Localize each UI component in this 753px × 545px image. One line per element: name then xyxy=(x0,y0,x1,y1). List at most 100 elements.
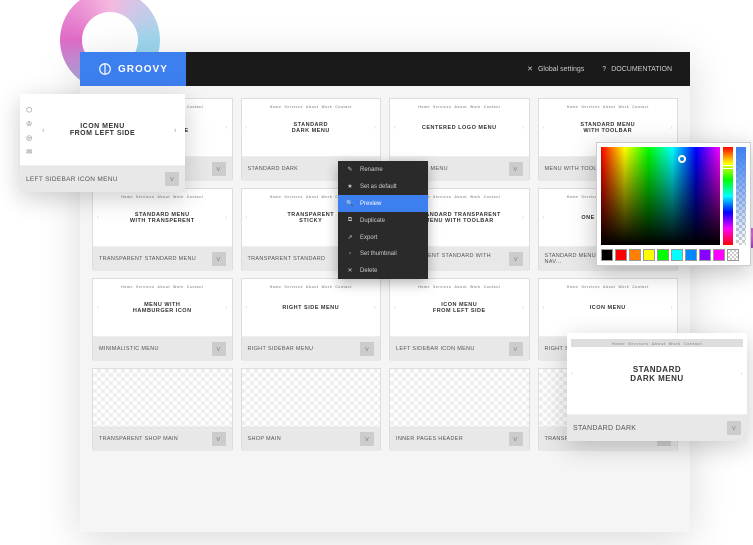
card-preview[interactable]: HomeServicesAboutWorkContact‹STANDARD DA… xyxy=(242,99,381,157)
template-card[interactable]: SHOP MAIN˅ xyxy=(241,368,382,450)
color-cursor[interactable] xyxy=(678,155,686,163)
nav-prev-icon[interactable]: ‹ xyxy=(97,305,99,311)
template-card[interactable]: HomeServicesAboutWorkContact‹ICON MENU F… xyxy=(389,278,530,360)
card-preview[interactable]: HomeServicesAboutWorkContact‹ICON MENU F… xyxy=(390,279,529,337)
nav-next-icon[interactable]: › xyxy=(522,215,524,221)
nav-next-icon[interactable]: › xyxy=(671,305,673,311)
dropdown-toggle[interactable]: ˅ xyxy=(360,432,374,446)
nav-item: Services xyxy=(433,105,451,109)
context-menu-item[interactable]: ✕Delete xyxy=(338,262,428,279)
color-swatch[interactable] xyxy=(713,249,725,261)
nav-item: Services xyxy=(433,195,451,199)
card-preview[interactable]: HomeServicesAboutWorkContact‹CENTERED LO… xyxy=(390,99,529,157)
template-card[interactable]: HomeServicesAboutWorkContact‹STANDARD ME… xyxy=(92,188,233,270)
context-menu: ✎Rename★Set as default🔍Preview⧉Duplicate… xyxy=(338,161,428,279)
nav-next-icon[interactable]: › xyxy=(225,215,227,221)
nav-next-icon[interactable]: › xyxy=(522,125,524,131)
popup-preview-area[interactable]: ⬡ ♔ ◎ ✉ ‹ ICON MENU FROM LEFT SIDE › xyxy=(20,94,185,166)
nav-prev-icon[interactable]: ‹ xyxy=(571,371,573,377)
dropdown-toggle[interactable]: ˅ xyxy=(212,342,226,356)
card-title: ICON MENU FROM LEFT SIDE xyxy=(433,302,486,314)
docs-link[interactable]: ? DOCUMENTATION xyxy=(602,66,672,73)
dropdown-toggle[interactable]: ˅ xyxy=(212,432,226,446)
color-swatch[interactable] xyxy=(601,249,613,261)
nav-next-icon[interactable]: › xyxy=(174,125,177,134)
global-settings-link[interactable]: ✕ Global settings xyxy=(527,65,584,73)
template-card[interactable]: TRANSPARENT SHOP MAIN˅ xyxy=(92,368,233,450)
dropdown-toggle[interactable]: ˅ xyxy=(212,252,226,266)
dropdown-toggle[interactable]: ˅ xyxy=(509,162,523,176)
color-swatch[interactable] xyxy=(699,249,711,261)
saturation-area[interactable] xyxy=(601,147,720,245)
swatch-row xyxy=(601,249,746,261)
hue-slider[interactable] xyxy=(723,147,733,245)
card-title: RIGHT SIDE MENU xyxy=(282,305,339,311)
template-card[interactable]: INNER PAGES HEADER˅ xyxy=(389,368,530,450)
context-menu-item[interactable]: ⧉Duplicate xyxy=(338,212,428,229)
color-swatch[interactable] xyxy=(657,249,669,261)
transparent-swatch[interactable] xyxy=(727,249,739,261)
settings-icon: ✕ xyxy=(527,65,533,73)
nav-item: Work xyxy=(470,105,481,109)
dropdown-toggle[interactable]: ˅ xyxy=(509,252,522,266)
color-swatch[interactable] xyxy=(629,249,641,261)
nav-item: Work xyxy=(619,285,630,289)
dropdown-toggle[interactable]: ˅ xyxy=(727,421,741,435)
nav-next-icon[interactable]: › xyxy=(374,305,376,311)
card-preview[interactable] xyxy=(390,369,529,427)
template-card[interactable]: HomeServicesAboutWorkContact‹RIGHT SIDE … xyxy=(241,278,382,360)
mini-nav: HomeServicesAboutWorkContact xyxy=(97,193,228,201)
nav-item: About xyxy=(306,195,319,199)
nav-next-icon[interactable]: › xyxy=(522,305,524,311)
nav-prev-icon[interactable]: ‹ xyxy=(543,305,545,311)
color-swatch[interactable] xyxy=(643,249,655,261)
nav-next-icon[interactable]: › xyxy=(374,125,376,131)
card-preview[interactable]: HomeServicesAboutWorkContact‹STANDARD ME… xyxy=(93,189,232,247)
nav-item: Services xyxy=(136,285,154,289)
context-menu-item[interactable]: ✎Rename xyxy=(338,161,428,178)
nav-prev-icon[interactable]: ‹ xyxy=(246,125,248,131)
hue-handle[interactable] xyxy=(722,165,734,169)
dropdown-toggle[interactable]: ˅ xyxy=(509,342,523,356)
nav-prev-icon[interactable]: ‹ xyxy=(42,125,45,134)
color-swatch[interactable] xyxy=(615,249,627,261)
context-menu-item[interactable]: ↗Export xyxy=(338,229,428,246)
nav-next-icon[interactable]: › xyxy=(225,125,227,131)
nav-prev-icon[interactable]: ‹ xyxy=(246,215,248,221)
nav-prev-icon[interactable]: ‹ xyxy=(543,215,545,221)
card-label: MINIMALISTIC MENU xyxy=(99,346,159,352)
brand-logo[interactable]: GROOVY xyxy=(80,52,186,86)
nav-prev-icon[interactable]: ‹ xyxy=(394,305,396,311)
context-menu-item[interactable]: ★Set as default xyxy=(338,178,428,195)
nav-item: Home xyxy=(270,285,282,289)
menu-item-icon: 🔍 xyxy=(346,200,354,207)
dropdown-toggle[interactable]: ˅ xyxy=(360,342,374,356)
menu-item-icon: ▫ xyxy=(346,251,354,257)
context-menu-item[interactable]: ▫Set thumbnail xyxy=(338,246,428,262)
card-preview[interactable]: HomeServicesAboutWorkContact‹RIGHT SIDE … xyxy=(242,279,381,337)
template-card[interactable]: HomeServicesAboutWorkContact‹STANDARD DA… xyxy=(241,98,382,180)
card-preview[interactable]: HomeServicesAboutWorkContact‹MENU WITH H… xyxy=(93,279,232,337)
nav-prev-icon[interactable]: ‹ xyxy=(394,125,396,131)
dropdown-toggle[interactable]: ˅ xyxy=(165,172,179,186)
nav-prev-icon[interactable]: ‹ xyxy=(246,305,248,311)
help-icon: ? xyxy=(602,66,606,73)
nav-prev-icon[interactable]: ‹ xyxy=(97,215,99,221)
nav-item: Home xyxy=(270,105,282,109)
nav-next-icon[interactable]: › xyxy=(741,371,743,377)
dropdown-toggle[interactable]: ˅ xyxy=(212,162,226,176)
nav-next-icon[interactable]: › xyxy=(671,125,673,131)
card-preview[interactable]: HomeServicesAboutWorkContact‹ICON MENU› xyxy=(539,279,678,337)
nav-item: Work xyxy=(173,195,184,199)
color-swatch[interactable] xyxy=(671,249,683,261)
alpha-slider[interactable] xyxy=(736,147,746,245)
nav-prev-icon[interactable]: ‹ xyxy=(543,125,545,131)
popup-preview-area[interactable]: Home Services About Work Contact ‹ STAND… xyxy=(567,333,747,415)
template-card[interactable]: HomeServicesAboutWorkContact‹MENU WITH H… xyxy=(92,278,233,360)
nav-next-icon[interactable]: › xyxy=(225,305,227,311)
card-preview[interactable] xyxy=(93,369,232,427)
color-swatch[interactable] xyxy=(685,249,697,261)
dropdown-toggle[interactable]: ˅ xyxy=(509,432,523,446)
context-menu-item[interactable]: 🔍Preview xyxy=(338,195,428,212)
card-preview[interactable] xyxy=(242,369,381,427)
